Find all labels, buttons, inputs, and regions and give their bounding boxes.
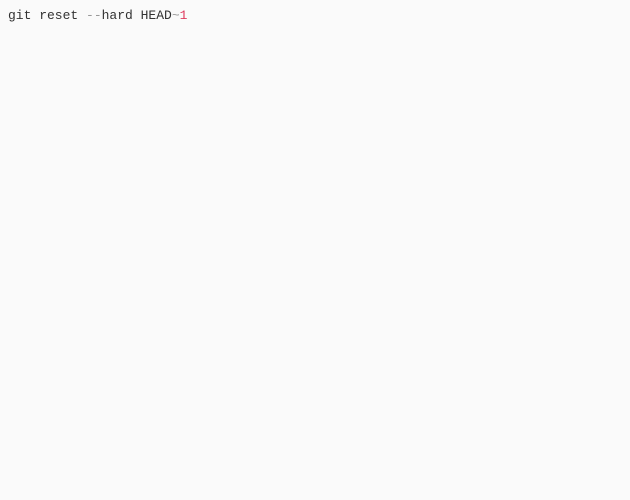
code-token-double-dash: -- — [86, 8, 102, 23]
code-token-command: git reset — [8, 8, 86, 23]
code-line: git reset --hard HEAD~1 — [8, 6, 622, 26]
code-token-tilde: ~ — [172, 8, 180, 23]
code-token-number: 1 — [180, 8, 188, 23]
code-token-flag-and-ref: hard HEAD — [102, 8, 172, 23]
